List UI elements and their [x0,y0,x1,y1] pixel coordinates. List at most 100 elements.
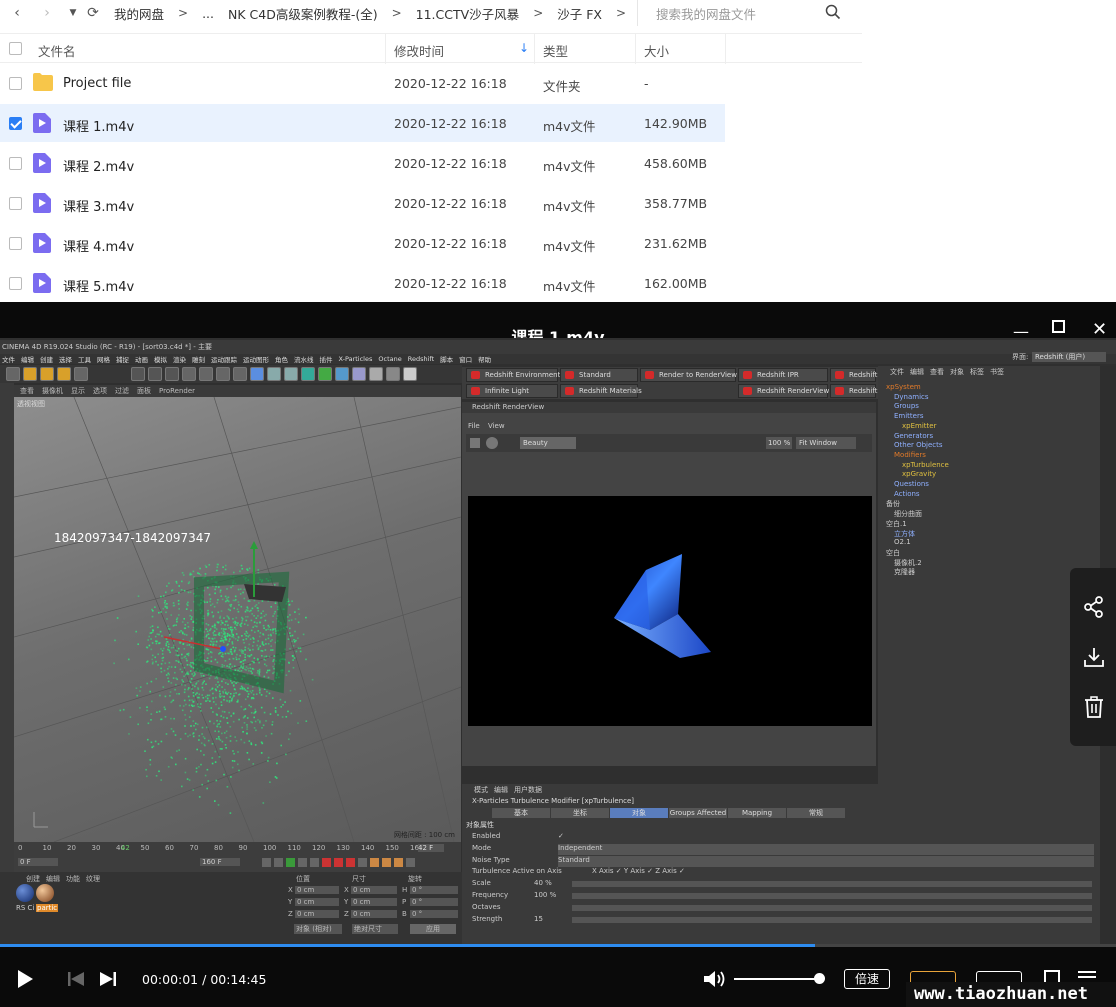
coord-position-field[interactable]: 0 cm [295,910,339,918]
c4d-tool-button[interactable] [23,367,37,381]
c4d-menu-item[interactable]: 创建 [40,354,53,364]
file-row[interactable]: 课程 5.m4v 2020-12-22 16:18 m4v文件 162.00MB [0,264,725,302]
file-row[interactable]: Project file 2020-12-22 16:18 文件夹 - [0,64,725,102]
viewport-menu-item[interactable]: 选项 [93,386,107,396]
c4d-menu-item[interactable]: 模拟 [154,354,167,364]
c4d-menu-item[interactable]: 工具 [78,354,91,364]
c4d-tool-button[interactable] [233,367,247,381]
attribute-value[interactable]: X Axis ✓ Y Axis ✓ Z Axis ✓ [592,867,685,878]
volume-icon[interactable] [704,970,726,988]
camera-icon[interactable] [470,438,480,448]
redshift-button[interactable]: Redshift Materials [560,384,642,398]
c4d-tool-button[interactable] [6,367,20,381]
c4d-tool-button[interactable] [182,367,196,381]
breadcrumb-item[interactable]: 11.CCTV沙子风暴 [416,4,520,23]
file-name[interactable]: Project file [63,76,131,91]
attribute-slider[interactable] [572,893,1092,899]
object-item[interactable]: xpEmitter [902,422,936,430]
file-row[interactable]: 课程 1.m4v 2020-12-22 16:18 m4v文件 142.90MB [0,104,725,142]
redshift-button[interactable]: Redshift RenderView [738,384,829,398]
c4d-menu-item[interactable]: 编辑 [21,354,34,364]
row-checkbox[interactable] [9,117,22,130]
attribute-value[interactable]: ✓ [558,832,564,843]
object-item[interactable]: 备份 [886,499,900,509]
c4d-tool-button[interactable] [369,367,383,381]
object-manager-menu-item[interactable]: 查看 [930,367,944,377]
c4d-menu-item[interactable]: Redshift [408,355,434,363]
search-input[interactable]: 搜索我的网盘文件 [637,0,851,26]
progress-bar[interactable] [0,944,1116,947]
c4d-menu-item[interactable]: 角色 [275,354,288,364]
redshift-button[interactable]: Redshift [830,368,877,382]
object-manager-menu-item[interactable]: 对象 [950,367,964,377]
aov-select[interactable]: Beauty [520,437,576,449]
redshift-button[interactable]: Standard [560,368,638,382]
attribute-value[interactable]: Standard [558,855,1094,867]
play-render-icon[interactable] [486,437,498,449]
coord-apply-button[interactable]: 应用 [410,924,456,934]
object-item[interactable]: 细分曲面 [894,509,922,519]
file-name[interactable]: 课程 3.m4v [63,196,134,215]
c4d-tool-button[interactable] [284,367,298,381]
breadcrumb-item[interactable]: 沙子 FX [557,4,602,23]
viewport-menu-item[interactable]: 面板 [137,386,151,396]
c4d-tool-button[interactable] [267,367,281,381]
c4d-tool-button[interactable] [318,367,332,381]
object-item[interactable]: Other Objects [894,441,943,449]
file-name[interactable]: 课程 5.m4v [63,276,134,295]
row-checkbox[interactable] [9,237,22,250]
object-item[interactable]: Dynamics [894,393,929,401]
attribute-value[interactable]: 40 % [534,879,552,890]
material-thumb[interactable] [36,884,54,902]
redshift-button[interactable]: Render to RenderView [640,368,737,382]
c4d-menu-item[interactable]: Octane [378,355,401,363]
object-item[interactable]: xpGravity [902,470,936,478]
viewport-menu-item[interactable]: 显示 [71,386,85,396]
object-manager-menu-item[interactable]: 编辑 [910,367,924,377]
coord-rotation-field[interactable]: 0 ° [410,886,458,894]
fit-select[interactable]: Fit Window [796,437,856,449]
c4d-tool-button[interactable] [250,367,264,381]
zoom-select[interactable]: 100 % [766,437,792,449]
file-row[interactable]: 课程 4.m4v 2020-12-22 16:18 m4v文件 231.62MB [0,224,725,262]
search-icon[interactable] [825,4,841,20]
playlist-icon[interactable] [1078,971,1096,973]
c4d-menu-item[interactable]: 渲染 [173,354,186,364]
redshift-button[interactable]: Redshift IPR [738,368,828,382]
volume-slider[interactable] [734,978,822,980]
coord-rotation-field[interactable]: 0 ° [410,898,458,906]
coord-position-field[interactable]: 0 cm [295,898,339,906]
object-item[interactable]: Actions [894,490,920,498]
object-item[interactable]: 克隆器 [894,567,915,577]
c4d-tool-button[interactable] [216,367,230,381]
c4d-tool-button[interactable] [403,367,417,381]
renderview-menu-item[interactable]: View [488,422,505,430]
download-icon[interactable] [1083,646,1105,668]
material-tab[interactable]: 纹理 [86,874,100,884]
object-item[interactable]: 摄像机.2 [894,558,922,568]
viewport-menu-item[interactable]: 摄像机 [42,386,63,396]
trash-icon[interactable] [1084,696,1104,718]
maximize-icon[interactable] [1052,320,1065,333]
object-item[interactable]: xpTurbulence [902,461,949,469]
row-checkbox[interactable] [9,197,22,210]
file-row[interactable]: 课程 3.m4v 2020-12-22 16:18 m4v文件 358.77MB [0,184,725,222]
c4d-tool-button[interactable] [74,367,88,381]
sort-desc-icon[interactable]: ↓ [519,41,529,55]
attribute-tab[interactable]: 常规 [787,808,845,818]
coord-size-field[interactable]: 0 cm [351,886,397,894]
object-item[interactable]: 空白 [886,548,900,558]
file-row[interactable]: 课程 2.m4v 2020-12-22 16:18 m4v文件 458.60MB [0,144,725,182]
object-item[interactable]: 空白.1 [886,519,907,529]
material-tab[interactable]: 创建 [26,874,40,884]
share-icon[interactable] [1083,596,1105,618]
redshift-button[interactable]: Infinite Light [466,384,558,398]
row-checkbox[interactable] [9,77,22,90]
attribute-menu-item[interactable]: 模式 [474,785,488,795]
c4d-tool-button[interactable] [301,367,315,381]
file-name[interactable]: 课程 4.m4v [63,236,134,255]
viewport-menu-item[interactable]: 过滤 [115,386,129,396]
next-icon[interactable] [100,972,116,986]
redshift-button[interactable]: Redshift Environment [466,368,560,382]
close-icon[interactable]: ✕ [1092,319,1107,340]
